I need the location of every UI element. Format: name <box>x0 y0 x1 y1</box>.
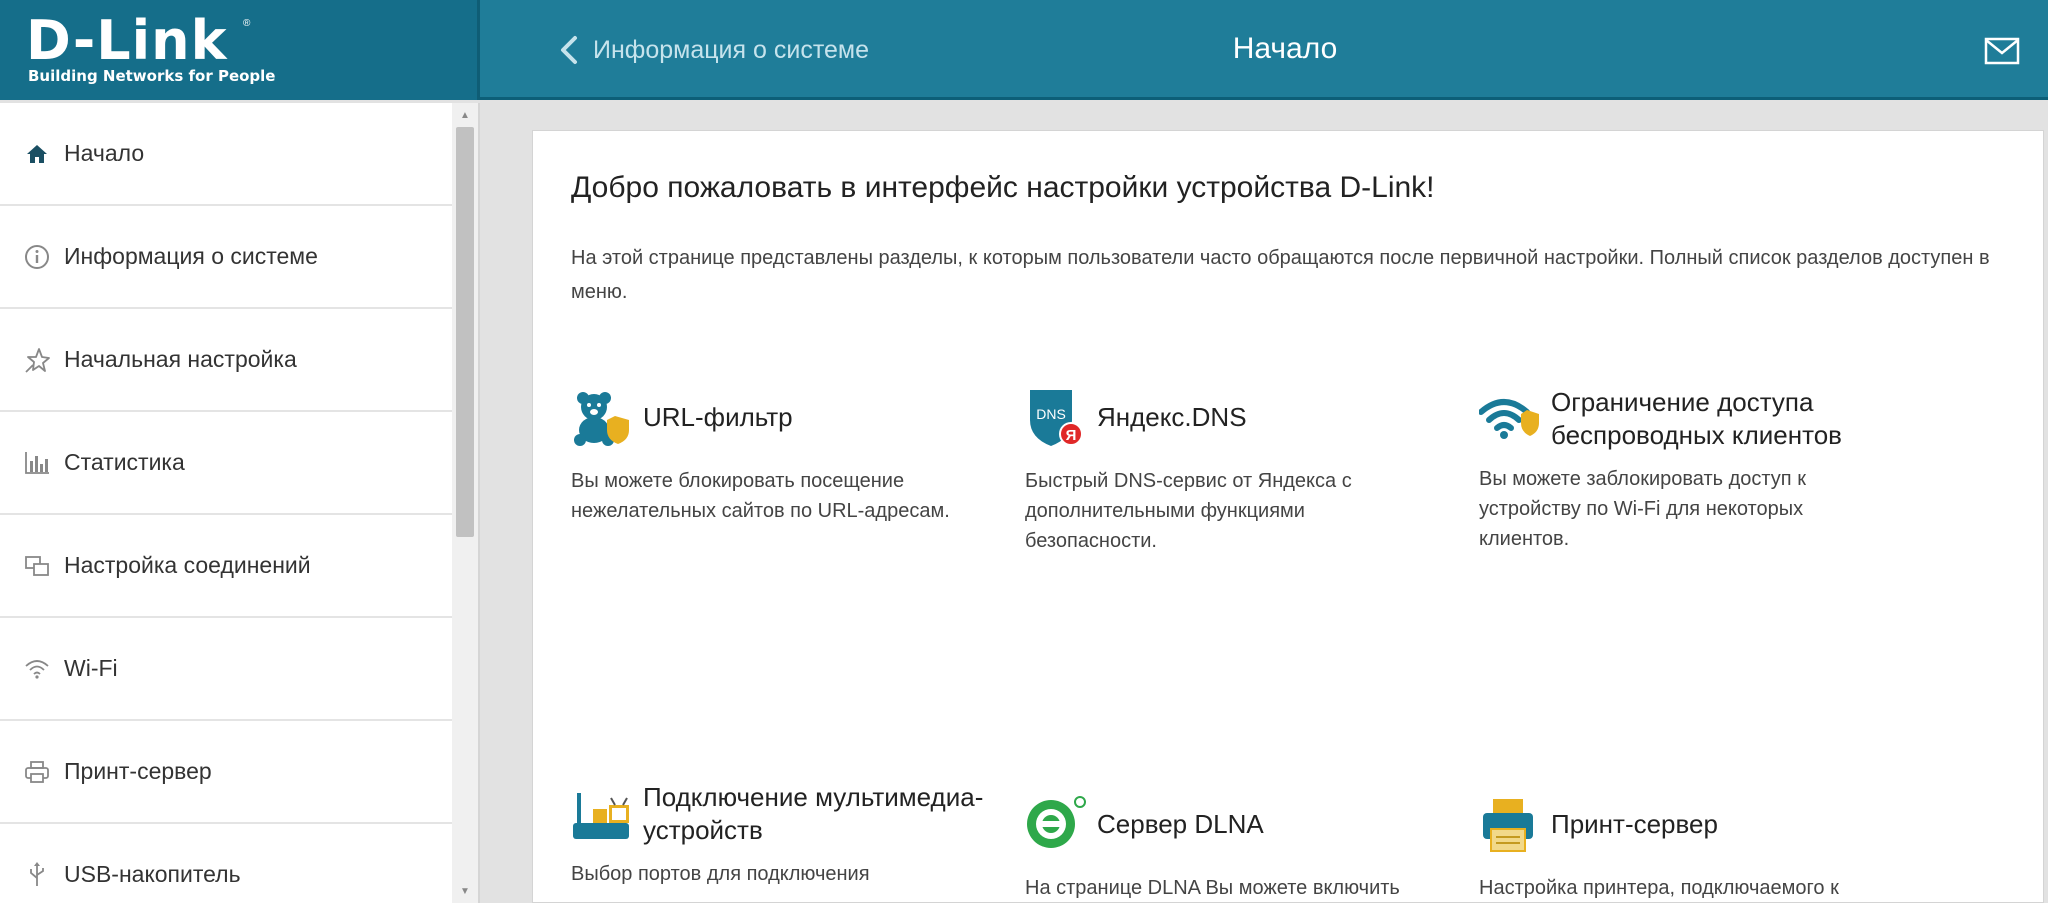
sidebar-menu: Начало Информация о системе Начальная на… <box>0 103 452 903</box>
wifi-icon <box>24 656 50 682</box>
sidebar-item-label: Информация о системе <box>64 243 318 269</box>
logo-area: D-Link ® Building Networks for People <box>0 0 480 100</box>
tile-yandex-dns-link[interactable]: DNS Я Яндекс.DNS <box>1025 386 1445 448</box>
tile-description: Вы можете заблокировать доступ к устройс… <box>1479 468 1806 550</box>
tile-description: На странице DLNA Вы можете включить <box>1025 877 1400 899</box>
sidebar-item-usb-storage[interactable]: USB-накопитель <box>0 824 452 903</box>
scroll-thumb[interactable] <box>456 127 474 537</box>
tile-description: Быстрый DNS-сервис от Яндекса с дополнит… <box>1025 470 1352 552</box>
sidebar-item-label: Начало <box>64 140 145 166</box>
tile-dlna: Сервер DLNA На странице DLNA Вы можете в… <box>1025 781 1445 903</box>
tile-title: URL-фильтр <box>643 401 793 432</box>
dlna-icon <box>1027 796 1086 848</box>
sidebar-item-label: Статистика <box>64 449 185 475</box>
printer-large-icon <box>1483 799 1533 852</box>
tile-description: Выбор портов для подключения <box>571 863 870 885</box>
tile-description: Вы можете блокировать посещение нежелате… <box>571 470 950 522</box>
sidebar-scrollbar[interactable]: ▲ ▼ <box>452 103 478 903</box>
connections-icon <box>24 553 50 579</box>
home-content-card: Добро пожаловать в интерфейс настройки у… <box>532 130 2044 903</box>
welcome-heading: Добро пожаловать в интерфейс настройки у… <box>571 171 1435 204</box>
info-icon <box>24 244 50 270</box>
top-header: D-Link ® Building Networks for People Ин… <box>0 0 2048 100</box>
dlink-logo: D-Link <box>26 9 228 72</box>
sidebar-item-wifi[interactable]: Wi-Fi <box>0 618 452 721</box>
sidebar-item-label: Начальная настройка <box>64 346 297 372</box>
wifi-shield-icon <box>1479 399 1539 439</box>
tile-title: Яндекс.DNS <box>1097 401 1247 432</box>
teddy-bear-shield-icon <box>574 392 629 446</box>
back-link-label: Информация о системе <box>593 35 869 64</box>
sidebar: Начало Информация о системе Начальная на… <box>0 103 480 903</box>
tile-title: Сервер DLNA <box>1097 808 1264 839</box>
star-icon <box>24 347 50 373</box>
chevron-left-icon <box>561 36 577 64</box>
sidebar-item-home[interactable]: Начало <box>0 103 452 206</box>
yandex-dns-shield-icon: DNS Я <box>1030 390 1083 446</box>
dns-badge-text: DNS <box>1036 406 1066 422</box>
mail-icon[interactable] <box>1984 36 2020 66</box>
tile-title: Ограничение доступа беспроводных клиенто… <box>1551 387 1842 450</box>
sidebar-item-statistics[interactable]: Статистика <box>0 412 452 515</box>
tile-description: Настройка принтера, подключаемого к <box>1479 877 1839 899</box>
tile-title: Подключение мультимедиа-устройств <box>643 782 984 845</box>
sidebar-item-connections[interactable]: Настройка соединений <box>0 515 452 618</box>
tile-print-server-link[interactable]: Принт-сервер <box>1479 793 1899 855</box>
sidebar-item-label: Wi-Fi <box>64 655 118 681</box>
router-tv-icon <box>573 793 629 839</box>
usb-icon <box>24 861 50 888</box>
tile-dlna-link[interactable]: Сервер DLNA <box>1025 793 1445 855</box>
sidebar-item-label: USB-накопитель <box>64 861 241 887</box>
tile-url-filter-link[interactable]: URL-фильтр <box>571 386 991 448</box>
sidebar-item-system-info[interactable]: Информация о системе <box>0 206 452 309</box>
registered-mark: ® <box>243 18 251 29</box>
sidebar-item-label: Принт-сервер <box>64 758 212 784</box>
sidebar-item-initial-setup[interactable]: Начальная настройка <box>0 309 452 412</box>
home-icon <box>24 141 50 167</box>
sidebar-item-label: Настройка соединений <box>64 552 311 578</box>
tile-url-filter: URL-фильтр Вы можете блокировать посещен… <box>571 386 991 526</box>
chart-icon <box>24 450 50 476</box>
scroll-down-arrow-icon[interactable]: ▼ <box>452 879 478 903</box>
intro-text: На этой странице представлены разделы, к… <box>571 247 1990 303</box>
logo-tagline: Building Networks for People <box>28 67 276 85</box>
tile-wireless-access: Ограничение доступа беспроводных клиенто… <box>1479 386 1899 554</box>
sidebar-item-print-server[interactable]: Принт-сервер <box>0 721 452 824</box>
back-link[interactable]: Информация о системе <box>555 30 869 70</box>
scroll-up-arrow-icon[interactable]: ▲ <box>452 103 478 127</box>
tile-print-server: Принт-сервер Настройка принтера, подключ… <box>1479 781 1899 903</box>
printer-icon <box>24 759 50 785</box>
tile-yandex-dns: DNS Я Яндекс.DNS Быстрый DNS-сервис от Я… <box>1025 386 1445 556</box>
page-title: Начало <box>1232 32 1338 65</box>
tile-multimedia: Подключение мультимедиа-устройств Выбор … <box>571 781 991 889</box>
tile-multimedia-link[interactable]: Подключение мультимедиа-устройств <box>571 781 991 847</box>
svg-text:Я: Я <box>1066 427 1077 444</box>
tile-wireless-access-link[interactable]: Ограничение доступа беспроводных клиенто… <box>1479 386 1899 452</box>
tile-title: Принт-сервер <box>1551 808 1718 839</box>
